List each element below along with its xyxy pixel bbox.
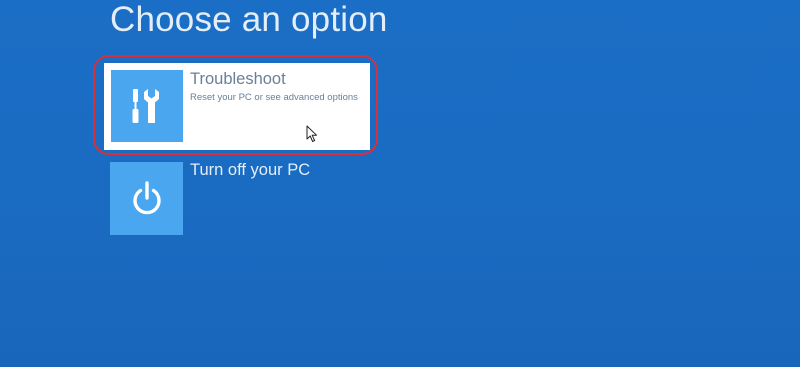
troubleshoot-tile [111, 70, 183, 142]
troubleshoot-option[interactable]: Troubleshoot Reset your PC or see advanc… [104, 63, 370, 150]
page-title: Choose an option [110, 0, 388, 39]
troubleshoot-description: Reset your PC or see advanced options [190, 92, 358, 103]
turn-off-pc-option[interactable]: Turn off your PC [110, 161, 370, 236]
troubleshoot-text: Troubleshoot Reset your PC or see advanc… [190, 68, 375, 104]
turn-off-text: Turn off your PC [190, 159, 375, 181]
turn-off-title: Turn off your PC [190, 161, 311, 179]
troubleshoot-title: Troubleshoot [190, 70, 286, 88]
turn-off-tile [110, 162, 183, 235]
tools-icon [132, 89, 159, 123]
power-icon [132, 180, 161, 214]
mouse-cursor-icon [306, 125, 317, 142]
